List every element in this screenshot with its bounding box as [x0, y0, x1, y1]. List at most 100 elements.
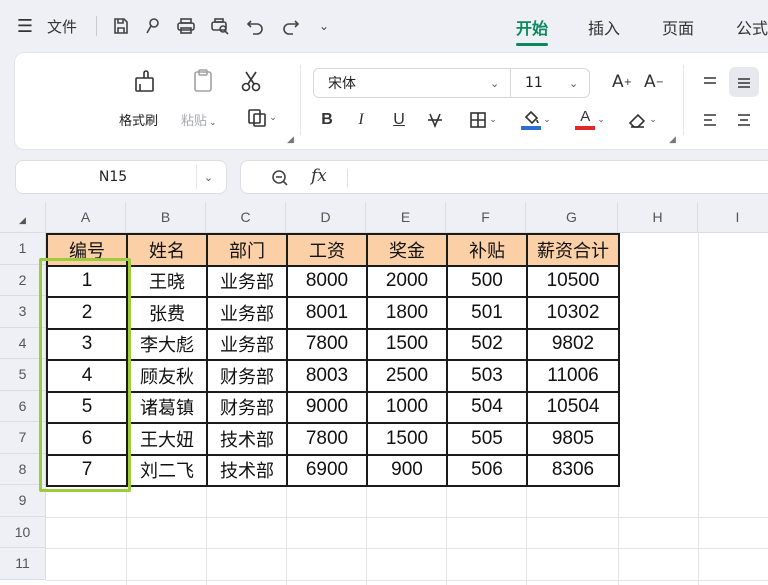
cell[interactable]: 7	[46, 453, 128, 487]
paste-icon[interactable]	[189, 67, 217, 95]
cell[interactable]: 王大妞	[126, 422, 208, 456]
cell[interactable]: 业务部	[206, 296, 288, 330]
row-header-8[interactable]: 8	[0, 453, 46, 485]
cell[interactable]: 9805	[526, 422, 620, 456]
tab-home[interactable]: 开始	[512, 13, 552, 41]
row-header-2[interactable]: 2	[0, 264, 46, 296]
copy-button[interactable]: ⌄	[243, 107, 281, 129]
tab-formula[interactable]: 公式	[730, 13, 768, 41]
cell[interactable]: 1800	[366, 296, 448, 330]
italic-button[interactable]: I	[349, 107, 373, 133]
header-cell-id[interactable]: 编号	[46, 233, 128, 267]
cell[interactable]: 2000	[366, 264, 448, 298]
header-cell-allowance[interactable]: 补贴	[446, 233, 528, 267]
undo-icon[interactable]	[242, 12, 268, 40]
font-launcher-icon[interactable]: ◢	[669, 135, 676, 145]
cell[interactable]: 3	[46, 327, 128, 361]
header-cell-department[interactable]: 部门	[206, 233, 288, 267]
cell[interactable]: 技术部	[206, 422, 288, 456]
cell[interactable]: 1500	[366, 327, 448, 361]
cell[interactable]: 504	[446, 390, 528, 424]
decrease-font-icon[interactable]: A −	[641, 69, 667, 95]
formula-bar[interactable]: fx	[240, 160, 768, 194]
cell[interactable]: 7800	[286, 422, 368, 456]
cell[interactable]: 财务部	[206, 359, 288, 393]
increase-font-icon[interactable]: A +	[609, 69, 635, 95]
cell[interactable]: 9802	[526, 327, 620, 361]
cell[interactable]: 8306	[526, 453, 620, 487]
cut-icon[interactable]	[237, 67, 265, 95]
cell[interactable]: 10302	[526, 296, 620, 330]
tab-insert[interactable]: 插入	[582, 13, 626, 41]
strikethrough-icon[interactable]	[423, 107, 447, 133]
format-painter-label[interactable]: 格式刷	[119, 110, 158, 129]
chevron-down-icon[interactable]: ⌄	[196, 165, 220, 189]
clipboard-launcher-icon[interactable]: ◢	[287, 135, 294, 145]
cell[interactable]: 诸葛镇	[126, 390, 208, 424]
align-left-icon[interactable]	[697, 107, 723, 133]
cell[interactable]: 刘二飞	[126, 453, 208, 487]
cell[interactable]: 9000	[286, 390, 368, 424]
cell[interactable]: 王晓	[126, 264, 208, 298]
cell[interactable]: 500	[446, 264, 528, 298]
row-header-3[interactable]: 3	[0, 296, 46, 328]
file-menu[interactable]: 文件	[38, 12, 86, 40]
cell[interactable]: 900	[366, 453, 448, 487]
more-icon[interactable]: ⌄	[312, 12, 336, 40]
cell[interactable]: 2500	[366, 359, 448, 393]
cell[interactable]: 财务部	[206, 390, 288, 424]
save-icon[interactable]	[108, 12, 134, 40]
bold-button[interactable]: B	[315, 107, 339, 133]
column-header-i[interactable]: I	[698, 202, 768, 233]
align-center-icon[interactable]	[731, 107, 757, 133]
cell[interactable]: 1	[46, 264, 128, 298]
cell[interactable]: 6900	[286, 453, 368, 487]
cell[interactable]: 503	[446, 359, 528, 393]
cell[interactable]: 李大彪	[126, 327, 208, 361]
cell[interactable]: 4	[46, 359, 128, 393]
cell[interactable]: 501	[446, 296, 528, 330]
cell[interactable]: 业务部	[206, 327, 288, 361]
cell[interactable]: 5	[46, 390, 128, 424]
cell[interactable]: 1500	[366, 422, 448, 456]
clear-format-button[interactable]: ⌄	[621, 107, 663, 133]
cell[interactable]: 505	[446, 422, 528, 456]
row-header-1[interactable]: 1	[0, 233, 46, 265]
select-all-corner[interactable]: ◢	[0, 202, 46, 233]
column-header-g[interactable]: G	[526, 202, 618, 233]
row-header-10[interactable]: 10	[0, 516, 46, 548]
column-header-f[interactable]: F	[446, 202, 526, 233]
cell[interactable]: 8001	[286, 296, 368, 330]
cell[interactable]: 技术部	[206, 453, 288, 487]
format-painter-icon[interactable]	[131, 67, 159, 95]
redo-icon[interactable]	[278, 12, 304, 40]
font-color-button[interactable]: A ⌄	[569, 107, 611, 133]
column-header-d[interactable]: D	[286, 202, 366, 233]
cell[interactable]: 8000	[286, 264, 368, 298]
header-cell-total[interactable]: 薪资合计	[526, 233, 620, 267]
cell[interactable]: 张费	[126, 296, 208, 330]
border-button[interactable]: ⌄	[463, 107, 503, 133]
align-top-icon[interactable]	[697, 69, 723, 95]
column-header-h[interactable]: H	[618, 202, 698, 233]
column-header-c[interactable]: C	[206, 202, 286, 233]
spreadsheet-grid[interactable]: ◢ A B C D E F G H I 1 2 3 4 5 6 7 8 9 10…	[0, 202, 768, 585]
align-middle-icon[interactable]	[729, 67, 759, 97]
column-header-e[interactable]: E	[366, 202, 446, 233]
paste-label[interactable]: 粘贴 ⌄	[181, 110, 217, 129]
function-icon[interactable]: fx	[311, 166, 327, 186]
font-size-select[interactable]: 11 ⌄	[510, 68, 590, 98]
cell[interactable]: 11006	[526, 359, 620, 393]
header-cell-name[interactable]: 姓名	[126, 233, 208, 267]
row-header-6[interactable]: 6	[0, 390, 46, 422]
row-header-5[interactable]: 5	[0, 359, 46, 391]
print-preview-icon[interactable]	[206, 12, 234, 40]
cell[interactable]: 10500	[526, 264, 620, 298]
zoom-icon[interactable]	[271, 169, 289, 187]
header-cell-bonus[interactable]: 奖金	[366, 233, 448, 267]
print-icon[interactable]	[172, 12, 200, 40]
row-header-7[interactable]: 7	[0, 422, 46, 454]
column-header-a[interactable]: A	[46, 202, 126, 233]
cell[interactable]: 2	[46, 296, 128, 330]
cell[interactable]: 1000	[366, 390, 448, 424]
